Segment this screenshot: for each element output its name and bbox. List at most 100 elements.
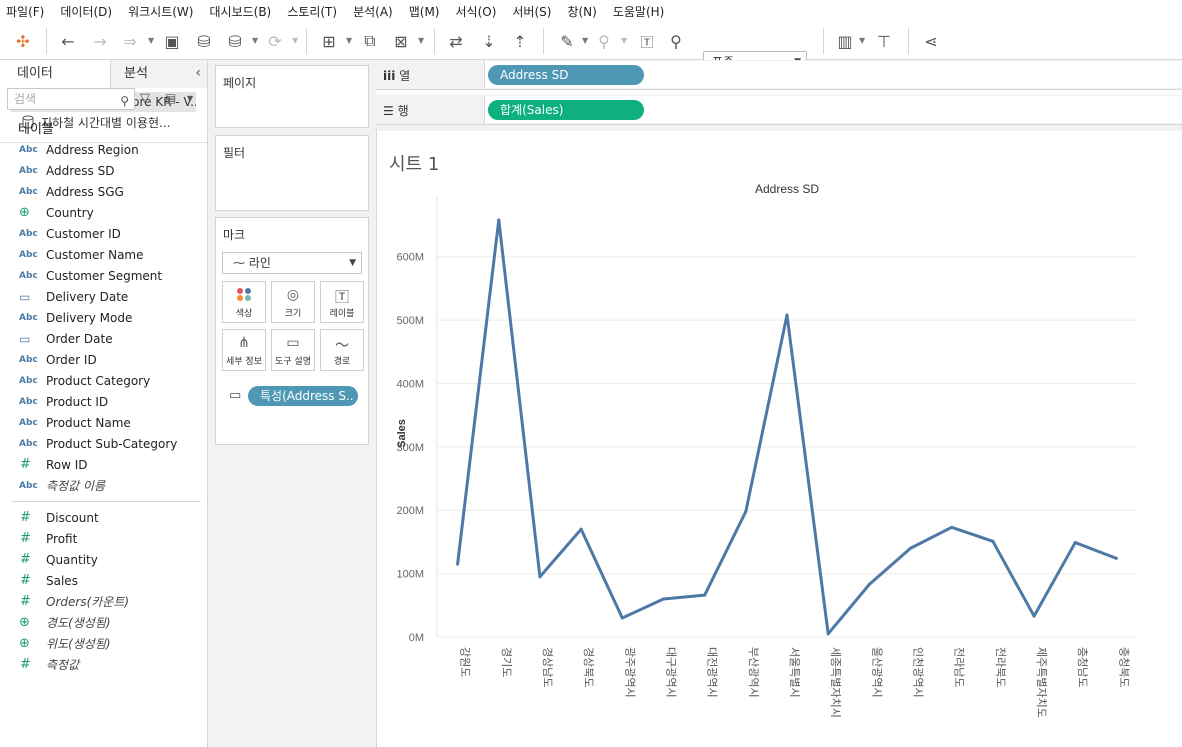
x-tick-label: 제주특별자치도: [1035, 647, 1048, 718]
field-item[interactable]: # Profit: [0, 528, 207, 549]
x-tick-label: 강원도: [459, 647, 472, 677]
new-datasource-icon[interactable]: ⛁: [192, 29, 216, 53]
field-item[interactable]: Abc Address Region: [0, 139, 207, 160]
x-tick-label: 경기도: [500, 647, 513, 677]
tooltip-field-pill[interactable]: 특성(Address S..: [248, 386, 358, 406]
menu-item[interactable]: 창(N): [567, 3, 596, 20]
pause-updates-icon[interactable]: ⛁: [223, 29, 247, 53]
columns-pill[interactable]: Address SD: [488, 65, 644, 85]
tab-analysis[interactable]: 분석: [111, 60, 207, 88]
presentation-icon[interactable]: ⊤: [872, 29, 896, 53]
color-button[interactable]: 색상: [222, 281, 266, 323]
field-item[interactable]: # Discount: [0, 507, 207, 528]
chevron-down-icon[interactable]: ▼: [582, 36, 588, 45]
collapse-icon[interactable]: ‹: [195, 65, 201, 81]
field-item[interactable]: Abc Address SD: [0, 160, 207, 181]
field-item[interactable]: Abc 측정값 이름: [0, 475, 207, 496]
chevron-down-icon[interactable]: ▼: [292, 36, 298, 45]
group-icon[interactable]: ⚲: [592, 29, 616, 53]
field-item[interactable]: ⊕ 위도(생성됨): [0, 633, 207, 654]
show-me-icon[interactable]: ▥: [833, 29, 857, 53]
chevron-down-icon[interactable]: ▼: [187, 94, 193, 103]
menu-item[interactable]: 파일(F): [6, 3, 44, 20]
menu-item[interactable]: 스토리(T): [287, 3, 337, 20]
field-item[interactable]: # Sales: [0, 570, 207, 591]
tooltip-button[interactable]: ▭ 도구 설명: [271, 329, 315, 371]
menu-item[interactable]: 서버(S): [512, 3, 551, 20]
menu-item[interactable]: 도움말(H): [613, 3, 665, 20]
chevron-down-icon[interactable]: ▼: [252, 36, 258, 45]
menu-bar: 파일(F) 데이터(D) 워크시트(W) 대시보드(B) 스토리(T) 분석(A) 맵(M)…: [0, 0, 1182, 22]
tables-header: 테이블: [18, 122, 54, 137]
new-worksheet-icon[interactable]: ⊞: [317, 29, 341, 53]
show-labels-icon[interactable]: 🅃: [635, 29, 659, 53]
field-item[interactable]: Abc Order ID: [0, 349, 207, 370]
rows-pill[interactable]: 합계(Sales): [488, 100, 644, 120]
data-point: [620, 616, 624, 620]
swap-axes-icon[interactable]: ⇄: [444, 29, 468, 53]
menu-item[interactable]: 데이터(D): [60, 3, 112, 20]
menu-item[interactable]: 대시보드(B): [209, 3, 271, 20]
field-item[interactable]: # 측정값: [0, 654, 207, 675]
field-item[interactable]: Abc Customer ID: [0, 223, 207, 244]
chevron-down-icon[interactable]: ▼: [418, 36, 424, 45]
menu-item[interactable]: 맵(M): [409, 3, 440, 20]
line-chart[interactable]: Address SD0M100M200M300M400M500M600MSale…: [377, 131, 1182, 747]
tooltip-label: 도구 설명: [275, 357, 311, 367]
sort-ascending-icon[interactable]: ⇣: [477, 29, 501, 53]
size-label: 크기: [284, 309, 302, 319]
tab-data[interactable]: 데이터: [0, 60, 111, 88]
pin-icon[interactable]: ⚲: [664, 29, 688, 53]
chevron-down-icon[interactable]: ▼: [346, 36, 352, 45]
path-button[interactable]: 〜 경로: [320, 329, 364, 371]
field-item[interactable]: ⊕ Country: [0, 202, 207, 223]
field-item[interactable]: # Quantity: [0, 549, 207, 570]
field-label: Customer ID: [46, 226, 121, 241]
menu-item[interactable]: 워크시트(W): [128, 3, 193, 20]
worksheet-view: 시트 1 Address SD 0M 100M 200M 300M 400M 500M 600…: [376, 125, 1182, 747]
field-item[interactable]: Abc Product Name: [0, 412, 207, 433]
field-item[interactable]: Abc Delivery Mode: [0, 307, 207, 328]
field-item[interactable]: ▭ Delivery Date: [0, 286, 207, 307]
field-item[interactable]: # Row ID: [0, 454, 207, 475]
clear-sheet-icon[interactable]: ⊠: [389, 29, 413, 53]
save-icon[interactable]: ▣: [160, 29, 184, 53]
mark-type-select[interactable]: ⁓ 라인 ▼: [222, 252, 362, 274]
replay-icon[interactable]: ⇒: [118, 29, 142, 53]
field-item[interactable]: Abc Product ID: [0, 391, 207, 412]
field-item[interactable]: # Orders(카운트): [0, 591, 207, 612]
refresh-icon[interactable]: ⟳: [263, 29, 287, 53]
columns-drop-area[interactable]: Address SD: [484, 61, 1182, 88]
duplicate-sheet-icon[interactable]: ⧉: [358, 29, 382, 53]
chevron-down-icon[interactable]: ▼: [859, 36, 865, 45]
menu-item[interactable]: 분석(A): [353, 3, 393, 20]
label-button[interactable]: 🅃 레이블: [320, 281, 364, 323]
field-item[interactable]: Abc Customer Name: [0, 244, 207, 265]
highlight-icon[interactable]: ✎: [555, 29, 579, 53]
filter-icon[interactable]: ▽: [140, 91, 150, 106]
rows-drop-area[interactable]: 합계(Sales): [484, 96, 1182, 123]
detail-button[interactable]: ⋔ 세부 정보: [222, 329, 266, 371]
menu-item[interactable]: 서식(O): [456, 3, 497, 20]
share-icon[interactable]: ⋖: [919, 29, 943, 53]
pages-card[interactable]: 페이지: [215, 65, 369, 128]
field-item[interactable]: Abc Address SGG: [0, 181, 207, 202]
field-item[interactable]: Abc Customer Segment: [0, 265, 207, 286]
view-list-icon[interactable]: ▤: [165, 91, 176, 105]
field-item[interactable]: ⊕ 경도(생성됨): [0, 612, 207, 633]
redo-icon[interactable]: →: [88, 29, 112, 53]
line-mark-icon: ⁓: [233, 256, 249, 270]
field-item[interactable]: Abc Product Category: [0, 370, 207, 391]
size-button[interactable]: ◎ 크기: [271, 281, 315, 323]
x-tick-label: 경상남도: [541, 647, 554, 687]
field-item[interactable]: Abc Product Sub-Category: [0, 433, 207, 454]
tableau-logo-icon[interactable]: ✣: [11, 29, 35, 53]
chevron-down-icon[interactable]: ▼: [621, 36, 627, 45]
undo-icon[interactable]: ←: [56, 29, 80, 53]
filters-card[interactable]: 필터: [215, 135, 369, 211]
search-input[interactable]: 검색 ⚲: [7, 88, 135, 110]
field-item[interactable]: ▭ Order Date: [0, 328, 207, 349]
chevron-down-icon[interactable]: ▼: [148, 36, 154, 45]
string-type-icon: Abc: [19, 417, 38, 428]
sort-descending-icon[interactable]: ⇡: [508, 29, 532, 53]
